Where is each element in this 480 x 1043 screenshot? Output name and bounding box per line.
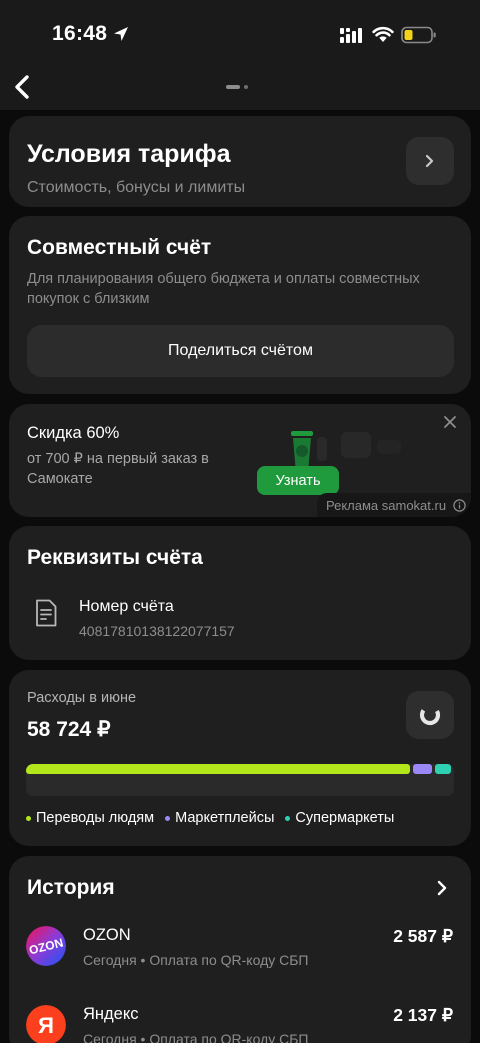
ad-learn-more-button[interactable]: Узнать — [257, 466, 339, 495]
transaction-name: OZON — [83, 926, 131, 944]
expenses-amount: 58 724 ₽ — [27, 718, 111, 741]
analytics-button[interactable] — [406, 691, 454, 739]
expenses-legend: Переводы людям Маркетплейсы Супермаркеты — [26, 810, 405, 826]
tariff-subtitle: Стоимость, бонусы и лимиты — [27, 179, 246, 196]
expenses-label: Расходы в июне — [27, 690, 137, 706]
legend-dot — [285, 815, 291, 821]
expenses-bar-segment — [26, 764, 410, 774]
donut-chart-icon — [419, 704, 441, 726]
close-icon[interactable] — [441, 413, 459, 431]
cellular-signal-icon — [340, 28, 362, 43]
coffee-cup-icon — [291, 431, 327, 467]
joint-account-title: Совместный счёт — [27, 236, 212, 259]
back-chevron-icon[interactable] — [12, 72, 34, 102]
transaction-subtitle: Сегодня • Оплата по QR-коду СБП — [83, 952, 309, 968]
legend-dot — [165, 815, 171, 821]
requisites-card: Реквизиты счёта Номер счёта 408178101381… — [9, 526, 471, 660]
expenses-bar-segment — [434, 764, 451, 774]
tariff-card[interactable]: Условия тарифа Стоимость, бонусы и лимит… — [9, 116, 471, 207]
history-title[interactable]: История — [27, 876, 115, 900]
info-icon[interactable] — [453, 498, 466, 512]
ad-image-decoration — [341, 432, 371, 458]
joint-account-card: Совместный счёт Для планирования общего … — [9, 216, 471, 394]
transaction-name: Яндекс — [83, 1005, 139, 1023]
status-time: 16:48 — [52, 22, 108, 45]
transaction-amount: 2 137 ₽ — [393, 1005, 453, 1025]
status-bar: 16:48 — [0, 0, 480, 70]
share-account-button[interactable]: Поделиться счётом — [27, 325, 454, 377]
ad-image-decoration — [377, 440, 401, 454]
legend-label: Супермаркеты — [295, 810, 395, 826]
requisites-title: Реквизиты счёта — [27, 546, 203, 569]
ozon-logo: OZON — [26, 926, 66, 966]
transaction-subtitle: Сегодня • Оплата по QR-коду СБП — [83, 1031, 309, 1043]
legend-dot — [26, 815, 31, 821]
tariff-open-button[interactable] — [406, 137, 454, 185]
transaction-amount: 2 587 ₽ — [393, 926, 453, 946]
legend-label: Маркетплейсы — [175, 810, 275, 826]
chevron-right-icon[interactable] — [434, 880, 450, 896]
ad-description: от 700 ₽ на первый заказ в Самокате — [27, 451, 209, 487]
nav-bar — [0, 70, 480, 110]
legend-item: Переводы людям — [26, 810, 154, 826]
wifi-icon — [372, 26, 394, 42]
location-arrow-icon — [114, 27, 128, 41]
battery-icon — [401, 26, 436, 44]
legend-item: Маркетплейсы — [165, 810, 274, 826]
yandex-logo-text: Я — [38, 1013, 54, 1038]
expenses-card[interactable]: Расходы в июне 58 724 ₽ Переводы людям Ма… — [9, 670, 471, 846]
expenses-bar — [26, 764, 454, 796]
ad-label-text: Реклама samokat.ru — [326, 497, 447, 513]
document-icon — [36, 599, 57, 627]
transaction-row[interactable]: Я Яндекс Сегодня • Оплата по QR-коду СБП… — [9, 1005, 471, 1043]
ad-label: Реклама samokat.ru — [317, 493, 471, 517]
yandex-logo: Я — [26, 1005, 66, 1043]
legend-label: Переводы людям — [36, 810, 155, 826]
ad-title: Скидка 60% — [27, 424, 120, 442]
expenses-bar-segment — [412, 764, 432, 774]
legend-item: Супермаркеты — [285, 810, 394, 826]
account-number-value[interactable]: 40817810138122077157 — [79, 623, 235, 639]
ad-card[interactable]: Скидка 60% от 700 ₽ на первый заказ в Са… — [9, 404, 471, 517]
chevron-right-icon — [425, 154, 434, 168]
joint-account-description: Для планирования общего бюджета и оплаты… — [27, 271, 420, 307]
transaction-row[interactable]: OZON OZON Сегодня • Оплата по QR-коду СБ… — [9, 926, 471, 996]
tariff-title: Условия тарифа — [27, 140, 231, 168]
page-indicator — [226, 85, 248, 89]
history-card: История OZON OZON Сегодня • Оплата по QR… — [9, 856, 471, 1043]
account-number-label: Номер счёта — [79, 598, 174, 615]
